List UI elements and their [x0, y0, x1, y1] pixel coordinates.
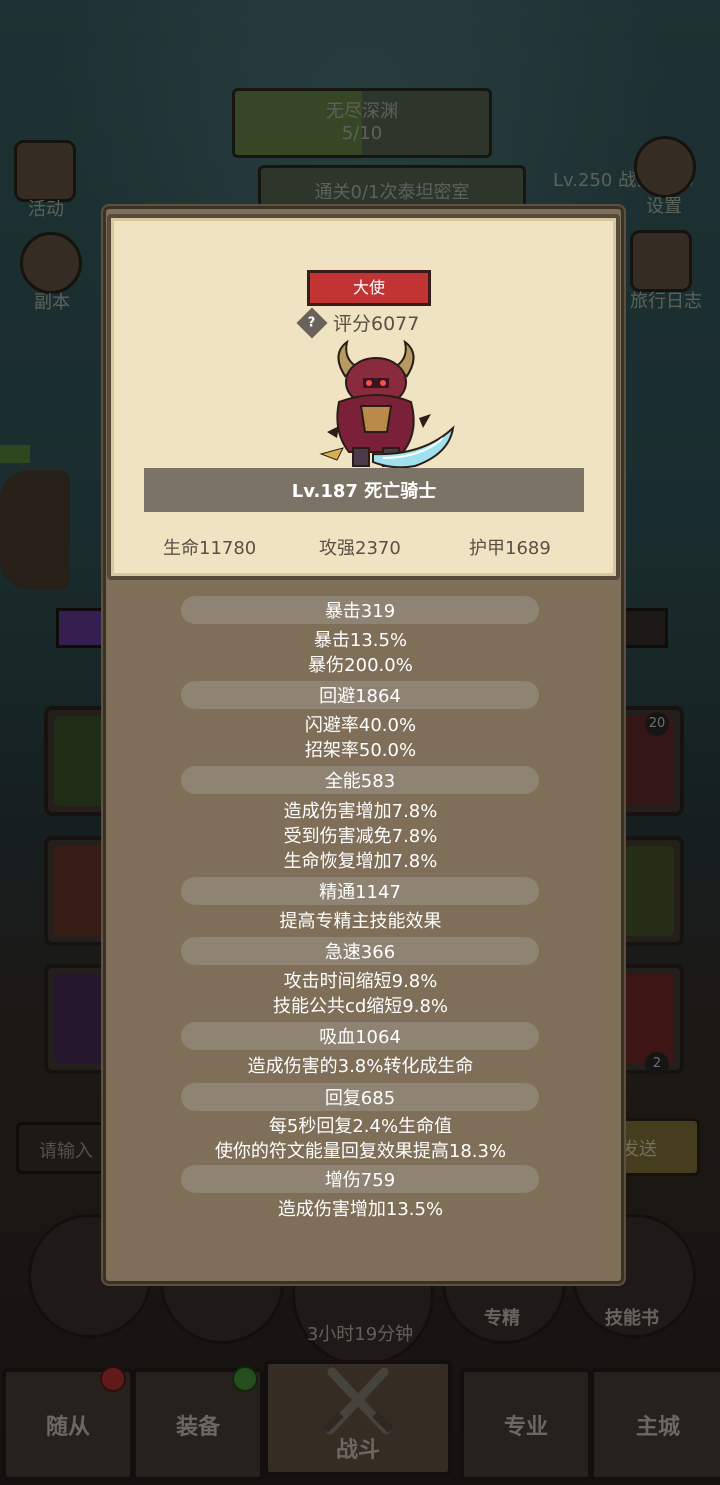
stat-group-title-lifesteal: 吸血1064 [181, 1022, 539, 1050]
death-knight-portrait [303, 336, 463, 472]
help-icon[interactable]: ? [296, 306, 328, 339]
unit-name-bar: Lv.187 死亡骑士 [144, 468, 584, 512]
stat-group-title-regen: 回复685 [181, 1083, 539, 1111]
stat-group-title-versatility: 全能583 [181, 766, 539, 794]
stat-group-title-mastery: 精通1147 [181, 877, 539, 905]
unit-header-card: 大使 ? 评分6077 Lv.187 死亡骑士 生命11780 攻强2370 护… [107, 214, 620, 580]
stat-line: 暴击13.5% [313, 630, 408, 651]
unit-detail-popup: 大使 ? 评分6077 Lv.187 死亡骑士 生命11780 攻强2370 护… [103, 206, 624, 1284]
hp-stat: 生命11780 [163, 538, 257, 559]
score-row: ? 评分6077 [296, 306, 420, 339]
stat-line: 造成伤害增加13.5% [277, 1199, 444, 1220]
stat-line: 生命恢复增加7.8% [283, 851, 438, 872]
armor-stat: 护甲1689 [469, 538, 551, 559]
stat-line: 提高专精主技能效果 [279, 911, 442, 932]
unit-score: 评分6077 [333, 313, 420, 335]
stat-group-title-crit: 暴击319 [181, 596, 539, 624]
stat-line: 暴伤200.0% [308, 655, 413, 676]
stat-line: 造成伤害增加7.8% [283, 801, 438, 822]
stat-group-title-evasion: 回避1864 [181, 681, 539, 709]
stat-line: 受到伤害减免7.8% [283, 826, 438, 847]
attack-stat: 攻强2370 [319, 538, 401, 559]
tier-badge: 大使 [307, 270, 431, 306]
stat-line: 技能公共cd缩短9.8% [272, 996, 449, 1017]
stat-line: 使你的符文能量回复效果提高18.3% [214, 1141, 507, 1162]
stat-line: 每5秒回复2.4%生命值 [268, 1116, 453, 1137]
stat-line: 攻击时间缩短9.8% [283, 971, 438, 992]
stat-line: 造成伤害的3.8%转化成生命 [247, 1056, 474, 1077]
stat-line: 招架率50.0% [304, 740, 417, 761]
stat-line: 闪避率40.0% [304, 715, 417, 736]
stat-group-title-damage-bonus: 增伤759 [181, 1165, 539, 1193]
stat-group-title-haste: 急速366 [181, 937, 539, 965]
